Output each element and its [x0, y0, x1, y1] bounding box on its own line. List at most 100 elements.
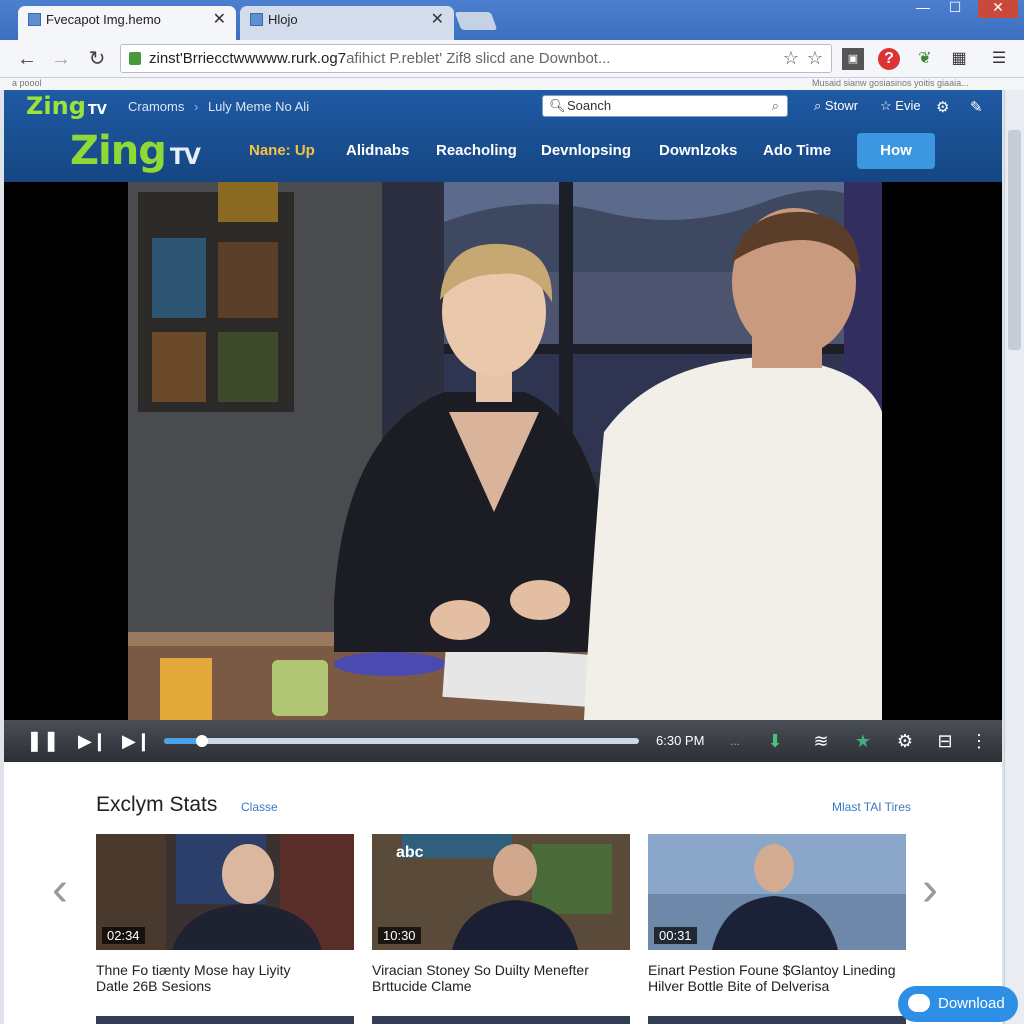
- more-icon[interactable]: ⋮: [966, 728, 992, 754]
- player-controls: ❚❚ ▶❙ ▶❙ 6:30 PM ... ⬇ ≋ ★ ⚙ ⊟ ⋮: [4, 720, 1002, 762]
- settings-icon[interactable]: ⚙: [936, 98, 949, 116]
- section-title: Exclym Stats: [96, 793, 218, 816]
- forward-icon[interactable]: →: [48, 46, 74, 72]
- star-icon[interactable]: ★: [850, 728, 876, 754]
- video-duration: 10:30: [378, 927, 421, 944]
- nav-item-name-up[interactable]: Nane: Up: [249, 142, 315, 159]
- breadcrumb: Cramoms › Luly Meme No Ali: [128, 99, 309, 114]
- section-link[interactable]: Classe: [241, 800, 278, 814]
- url-host: zinst'Brriecctwwwww.rurk.og7: [149, 50, 347, 67]
- settings-icon[interactable]: ⚙: [892, 728, 918, 754]
- video-card[interactable]: 02:34 Thne Fo tiænty Mose hay Liyity Datl…: [96, 834, 354, 994]
- next-frame-icon[interactable]: ▶❙: [78, 728, 107, 754]
- menu-icon[interactable]: ☰: [988, 48, 1010, 70]
- pause-icon[interactable]: ❚❚: [26, 728, 60, 754]
- bookmark-text: a poool: [12, 78, 42, 88]
- video-thumbnail[interactable]: 00:31: [648, 834, 906, 950]
- favorite-star-icon[interactable]: ☆: [807, 48, 823, 69]
- carousel-next-icon[interactable]: ›: [922, 866, 938, 914]
- video-thumbnail[interactable]: 02:34: [96, 834, 354, 950]
- bookmark-text: Musaid sianw gosiasinos yoitis giaaia...: [812, 78, 969, 88]
- video-duration: 00:31: [654, 927, 697, 944]
- how-button[interactable]: How: [857, 133, 935, 169]
- url-path: afihict P.reblet' Zif8 slicd ane Downbot…: [346, 50, 611, 67]
- progress-knob[interactable]: [196, 735, 208, 747]
- star-icon: ☆: [880, 98, 896, 113]
- close-window-icon[interactable]: ✕: [978, 0, 1018, 18]
- nav-item-downlzoks[interactable]: Downlzoks: [659, 142, 737, 159]
- video-title[interactable]: Thne Fo tiænty Mose hay Liyity Datle 26B …: [96, 962, 354, 994]
- browser-toolbar: ← → ↻ zinst'Brriecctwwwww.rurk.og7afihic…: [0, 40, 1024, 78]
- video-thumbnail[interactable]: [96, 1016, 354, 1024]
- minimize-icon[interactable]: —: [908, 0, 938, 18]
- video-card[interactable]: 00:31 Einart Pestion Foune $Glantoy Line…: [648, 834, 906, 994]
- back-icon[interactable]: ←: [14, 46, 40, 72]
- download-arrow-icon[interactable]: ⬇: [762, 728, 788, 754]
- site-search-input[interactable]: 🔍︎ Soanch ⌕: [542, 95, 788, 117]
- evie-button[interactable]: ☆ Evie: [880, 98, 921, 114]
- video-thumbnail[interactable]: abc 10:30: [372, 834, 630, 950]
- logo-word: Zing: [70, 128, 167, 174]
- breadcrumb-item[interactable]: Cramoms: [128, 99, 184, 114]
- scrollbar[interactable]: [1004, 90, 1024, 1024]
- lock-icon: [129, 52, 141, 65]
- search-icon[interactable]: ⌕: [772, 96, 779, 116]
- address-bar[interactable]: zinst'Brriecctwwwww.rurk.og7afihict P.re…: [120, 44, 832, 73]
- tab-title: Hlojo: [268, 12, 298, 27]
- close-tab-icon[interactable]: ✕: [431, 6, 444, 34]
- video-player[interactable]: [4, 182, 1002, 720]
- video-title-line: Hilver Bottle Bite of Delverisa: [648, 978, 830, 994]
- help-icon[interactable]: ?: [878, 48, 900, 70]
- leaf-icon[interactable]: ❦: [914, 48, 936, 70]
- channel-logo: abc: [396, 844, 424, 861]
- logo-word: Zing: [26, 92, 86, 120]
- favicon-icon: [28, 13, 41, 26]
- video-title-line: Thne Fo tiænty Mose hay Liyity: [96, 962, 291, 978]
- scrollbar-thumb[interactable]: [1008, 130, 1021, 350]
- video-title-line: Viracian Stoney So Duilty Menefter: [372, 962, 589, 978]
- logo-suffix: TV: [87, 103, 107, 118]
- nav-item-reacholing[interactable]: Reacholing: [436, 142, 517, 159]
- video-thumbnail[interactable]: [372, 1016, 630, 1024]
- logo-suffix: TV: [169, 145, 201, 170]
- reload-icon[interactable]: ↻: [84, 46, 110, 72]
- nav-item-alidnabs[interactable]: Alidnabs: [346, 142, 409, 159]
- site-logo[interactable]: Zing TV: [70, 128, 201, 174]
- progress-bar[interactable]: [164, 735, 639, 747]
- video-frame: [4, 182, 1002, 720]
- search-icon: ⌕: [814, 98, 825, 113]
- url-text: zinst'Brriecctwwwww.rurk.og7afihict P.re…: [149, 50, 610, 67]
- video-thumbnail[interactable]: [648, 1016, 906, 1024]
- stowr-button[interactable]: ⌕ Stowr: [814, 98, 858, 114]
- more-link[interactable]: Mlast TAI Tires: [832, 800, 911, 814]
- carousel-prev-icon[interactable]: ‹: [52, 866, 68, 914]
- cloud-icon: [908, 994, 930, 1012]
- wifi-icon[interactable]: ≋: [808, 728, 834, 754]
- pin-icon[interactable]: ✎: [970, 98, 983, 116]
- new-tab-button[interactable]: [454, 12, 498, 30]
- skip-next-icon[interactable]: ▶❙: [122, 728, 151, 754]
- video-title-line: Brttucide Clame: [372, 978, 472, 994]
- browser-tab[interactable]: Hlojo ✕: [240, 6, 454, 40]
- video-title-line: Einart Pestion Foune $Glantoy Lineding: [648, 962, 896, 978]
- nav-item-devnlopsing[interactable]: Devnlopsing: [541, 142, 631, 159]
- content-section: Exclym Stats Classe Mlast TAI Tires ‹ › …: [4, 762, 1002, 1024]
- breadcrumb-item[interactable]: Luly Meme No Ali: [208, 99, 309, 114]
- video-title-line: Datle 26B Sesions: [96, 978, 212, 994]
- bookmark-star-icon[interactable]: ☆: [783, 48, 799, 69]
- fullscreen-icon[interactable]: ⊟: [932, 728, 958, 754]
- download-button[interactable]: Download: [898, 986, 1018, 1022]
- browser-tab-active[interactable]: Fvecapot Img.hemo ✕: [18, 6, 236, 40]
- close-tab-icon[interactable]: ✕: [213, 6, 226, 34]
- video-card[interactable]: abc 10:30 Viracian Stoney So Duilty Mene…: [372, 834, 630, 994]
- grid-icon[interactable]: ▦: [948, 48, 970, 70]
- site-logo-small[interactable]: Zing TV: [26, 92, 107, 120]
- bookmarks-bar: a poool Musaid sianw gosiasinos yoitis g…: [0, 78, 1024, 90]
- search-icon: 🔍︎: [549, 98, 566, 113]
- tab-strip: Fvecapot Img.hemo ✕ Hlojo ✕ — ☐ ✕: [0, 0, 1024, 40]
- maximize-icon[interactable]: ☐: [940, 0, 970, 18]
- video-title[interactable]: Einart Pestion Foune $Glantoy Lineding Hi…: [648, 962, 906, 994]
- video-title[interactable]: Viracian Stoney So Duilty Menefter Brttuc…: [372, 962, 630, 994]
- extension-icon[interactable]: ▣: [842, 48, 864, 70]
- nav-item-ado-time[interactable]: Ado Time: [763, 142, 831, 159]
